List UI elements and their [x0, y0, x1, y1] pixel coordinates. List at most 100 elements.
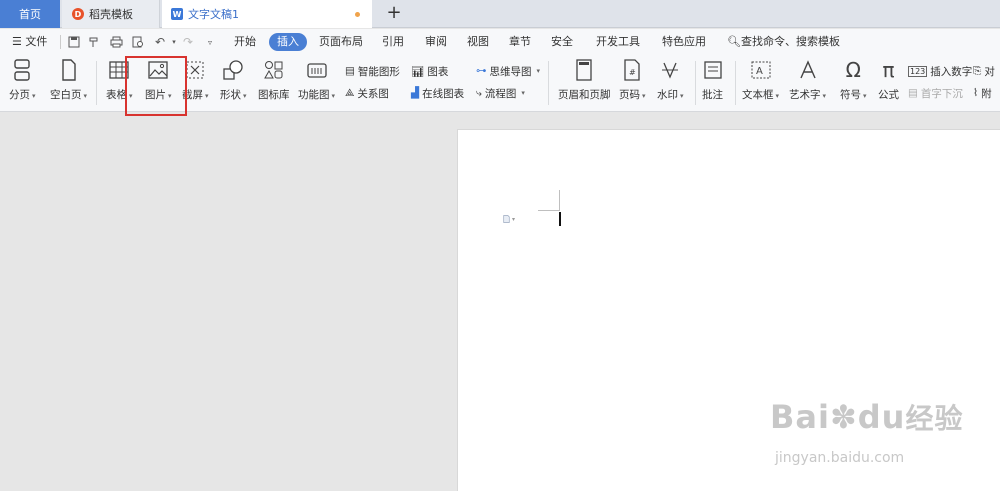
attachment-button[interactable]: ⌇ 附	[973, 85, 992, 101]
divider	[695, 61, 696, 105]
shape-label: 形状	[220, 87, 247, 102]
menu-start[interactable]: 开始	[234, 33, 256, 51]
paw-icon: ✽	[829, 398, 858, 436]
watermark-button[interactable]: 水印	[657, 59, 684, 107]
smart-art-label: 智能图形	[357, 65, 400, 78]
menu-chapter[interactable]: 章节	[509, 33, 531, 51]
formula-button[interactable]: π 公式	[878, 58, 899, 107]
relation-label: 关系图	[357, 87, 389, 100]
svg-text:A: A	[756, 66, 763, 77]
flow-chart-button[interactable]: ⤷ 流程图	[476, 85, 525, 101]
function-chart-label: 功能图	[298, 87, 335, 102]
header-footer-icon	[575, 59, 593, 81]
insert-number-button[interactable]: 123 插入数字	[908, 63, 972, 79]
smart-art-icon: ▤	[345, 65, 355, 77]
tab-home[interactable]: 首页	[0, 0, 60, 28]
formula-label: 公式	[878, 89, 899, 101]
insert-number-label: 插入数字	[930, 65, 973, 78]
command-search[interactable]: 🔍︎查找命令、搜索模板	[727, 33, 840, 51]
word-art-icon	[798, 59, 818, 81]
blank-page-button[interactable]: 空白页	[50, 59, 87, 107]
divider	[96, 61, 97, 105]
icon-library-button[interactable]: 图标库	[258, 59, 290, 107]
omega-icon: Ω	[845, 58, 861, 82]
flow-chart-icon: ⤷	[476, 86, 482, 99]
watermark-icon	[660, 59, 680, 81]
watermark-url: jingyan.baidu.com	[775, 450, 905, 466]
comment-button[interactable]: 批注	[702, 59, 723, 107]
file-menu-label: 文件	[25, 35, 48, 48]
paperclip-icon: ⌇	[973, 87, 979, 99]
word-art-label: 艺术字	[789, 87, 826, 102]
watermark-brand: Bai	[770, 398, 830, 436]
mind-map-label: 思维导图	[489, 65, 532, 78]
tab-document[interactable]: W 文字文稿1	[162, 0, 372, 28]
attachment-label: 附	[981, 87, 992, 100]
relation-chart-button[interactable]: ⟁ 关系图	[345, 85, 389, 101]
writer-logo-icon: W	[171, 8, 183, 20]
menu-review[interactable]: 审阅	[425, 33, 447, 51]
watermark-du: du	[857, 398, 906, 436]
menu-developer[interactable]: 开发工具	[596, 33, 640, 51]
online-chart-label: 在线图表	[422, 87, 465, 100]
format-painter-icon[interactable]	[86, 34, 102, 50]
page-number-label: 页码	[619, 87, 646, 102]
hamburger-icon: ☰	[12, 35, 22, 48]
online-chart-button[interactable]: ▟ 在线图表	[411, 85, 464, 101]
text-box-label: 文本框	[742, 87, 779, 102]
customize-toolbar-icon[interactable]: ▿	[202, 34, 218, 50]
save-icon[interactable]	[66, 34, 82, 50]
text-cursor	[559, 212, 561, 226]
number-icon: 123	[908, 65, 928, 77]
chart-button[interactable]: 📊︎ 图表	[411, 63, 448, 79]
page-number-button[interactable]: # 页码	[619, 59, 646, 107]
header-footer-label: 页眉和页脚	[558, 89, 611, 101]
flow-chart-label: 流程图	[484, 87, 517, 100]
word-art-button[interactable]: 艺术字	[789, 59, 826, 107]
screenshot-icon	[185, 59, 205, 81]
mind-map-button[interactable]: ⊶ 思维导图	[476, 63, 540, 79]
file-menu[interactable]: ☰ 文件	[12, 33, 47, 51]
shape-button[interactable]: 形状	[220, 59, 247, 107]
divider	[735, 61, 736, 105]
object-label: 对	[984, 65, 995, 78]
svg-text:#: #	[629, 68, 636, 77]
relation-icon: ⟁	[345, 86, 355, 99]
tab-home-label: 首页	[19, 8, 41, 21]
tab-template[interactable]: D 稻壳模板	[62, 0, 160, 28]
menu-security[interactable]: 安全	[551, 33, 573, 51]
page-break-button[interactable]: 分页	[9, 59, 36, 107]
menu-page-layout[interactable]: 页面布局	[319, 33, 363, 51]
menu-special-apps[interactable]: 特色应用	[662, 33, 706, 51]
comment-icon	[703, 59, 723, 81]
text-box-icon: A	[751, 59, 771, 81]
unsaved-dot-icon	[355, 12, 360, 17]
menu-reference[interactable]: 引用	[382, 33, 404, 51]
blank-page-label: 空白页	[50, 87, 87, 102]
symbol-button[interactable]: Ω 符号	[840, 58, 867, 107]
smart-art-button[interactable]: ▤ 智能图形	[345, 63, 400, 79]
function-chart-button[interactable]: 功能图	[298, 59, 335, 107]
drop-cap-icon: ▤	[908, 87, 918, 99]
text-box-button[interactable]: A 文本框	[742, 59, 779, 107]
object-icon: ⎘	[973, 64, 982, 77]
new-tab-button[interactable]: +	[384, 3, 404, 23]
paragraph-layout-icon[interactable]: ▾	[503, 213, 515, 225]
print-preview-icon[interactable]	[130, 34, 146, 50]
icon-library-label: 图标库	[258, 89, 290, 101]
menu-insert[interactable]: 插入	[269, 33, 307, 51]
menu-view[interactable]: 视图	[467, 33, 489, 51]
mind-map-icon: ⊶	[476, 65, 487, 77]
redo-icon[interactable]: ↷	[180, 34, 196, 50]
menu-bar: ☰ 文件 ↶ ▾ ↷ ▿ 开始 插入 页面布局 引用 审阅 视图 章节 安全 开…	[0, 29, 1000, 55]
drop-cap-button[interactable]: ▤ 首字下沉	[908, 85, 963, 101]
watermark-label: 水印	[657, 87, 684, 102]
watermark-brand-cn: 经验	[905, 402, 964, 435]
icon-library-icon	[263, 59, 284, 81]
chart-label: 图表	[427, 65, 449, 78]
bar-chart-icon: 📊︎	[411, 65, 425, 78]
comment-label: 批注	[702, 89, 723, 101]
print-icon[interactable]	[108, 34, 124, 50]
header-footer-button[interactable]: 页眉和页脚	[558, 59, 611, 107]
object-button[interactable]: ⎘ 对	[973, 63, 995, 79]
